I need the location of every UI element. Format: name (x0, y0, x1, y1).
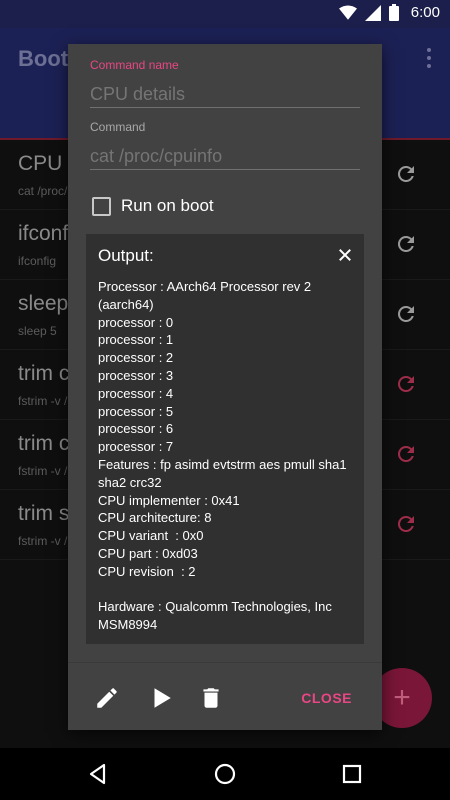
list-item-subtitle: ifconfig (18, 254, 57, 268)
status-bar: 6:00 (0, 0, 450, 28)
command-label: Command (90, 120, 146, 134)
list-item-title: trim c (18, 362, 70, 385)
battery-icon (388, 4, 399, 21)
list-item-title: sleep (18, 292, 69, 315)
back-icon[interactable] (86, 762, 110, 786)
output-text: Processor : AArch64 Processor rev 2 (aar… (98, 279, 347, 633)
list-item-subtitle: fstrim -v / (18, 394, 68, 408)
output-title: Output: (98, 246, 154, 265)
refresh-icon[interactable] (394, 302, 418, 326)
list-item-title: trim c (18, 432, 70, 455)
refresh-icon[interactable] (394, 232, 418, 256)
refresh-icon[interactable] (394, 162, 418, 186)
status-time: 6:00 (410, 4, 440, 21)
run-on-boot-label: Run on boot (121, 196, 214, 215)
play-icon[interactable] (148, 685, 174, 711)
wifi-icon (338, 5, 357, 20)
dialog-divider (68, 662, 382, 663)
list-item-subtitle: fstrim -v / (18, 464, 68, 478)
list-item-subtitle: cat /proc/ (18, 184, 68, 198)
overflow-menu-icon[interactable] (426, 48, 432, 70)
command-name-label: Command name (90, 58, 179, 72)
close-icon[interactable] (336, 246, 354, 264)
refresh-icon[interactable] (394, 512, 418, 536)
recents-icon[interactable] (340, 762, 364, 786)
dialog-actions: CLOSE (68, 680, 382, 716)
list-item-subtitle: fstrim -v / (18, 534, 68, 548)
navigation-bar (0, 748, 450, 800)
delete-icon[interactable] (198, 685, 224, 711)
refresh-icon[interactable] (394, 442, 418, 466)
output-panel: Output: Processor : AArch64 Processor re… (86, 234, 364, 644)
list-item-title: ifconf (18, 222, 69, 245)
list-item-title: trim s (18, 502, 70, 525)
command-name-input[interactable] (90, 82, 360, 108)
close-button[interactable]: CLOSE (301, 690, 352, 706)
refresh-icon[interactable] (394, 372, 418, 396)
app-title: Boot (18, 46, 69, 71)
signal-icon (364, 4, 381, 21)
list-item-subtitle: sleep 5 (18, 324, 57, 338)
run-on-boot-checkbox[interactable] (92, 196, 111, 216)
home-icon[interactable] (213, 762, 237, 786)
command-input[interactable] (90, 144, 360, 170)
run-on-boot-row[interactable]: Run on boot (92, 196, 214, 216)
edit-command-dialog: Command name Command Run on boot Output:… (68, 44, 382, 730)
status-icons: 6:00 (338, 4, 440, 21)
edit-icon[interactable] (94, 685, 120, 711)
